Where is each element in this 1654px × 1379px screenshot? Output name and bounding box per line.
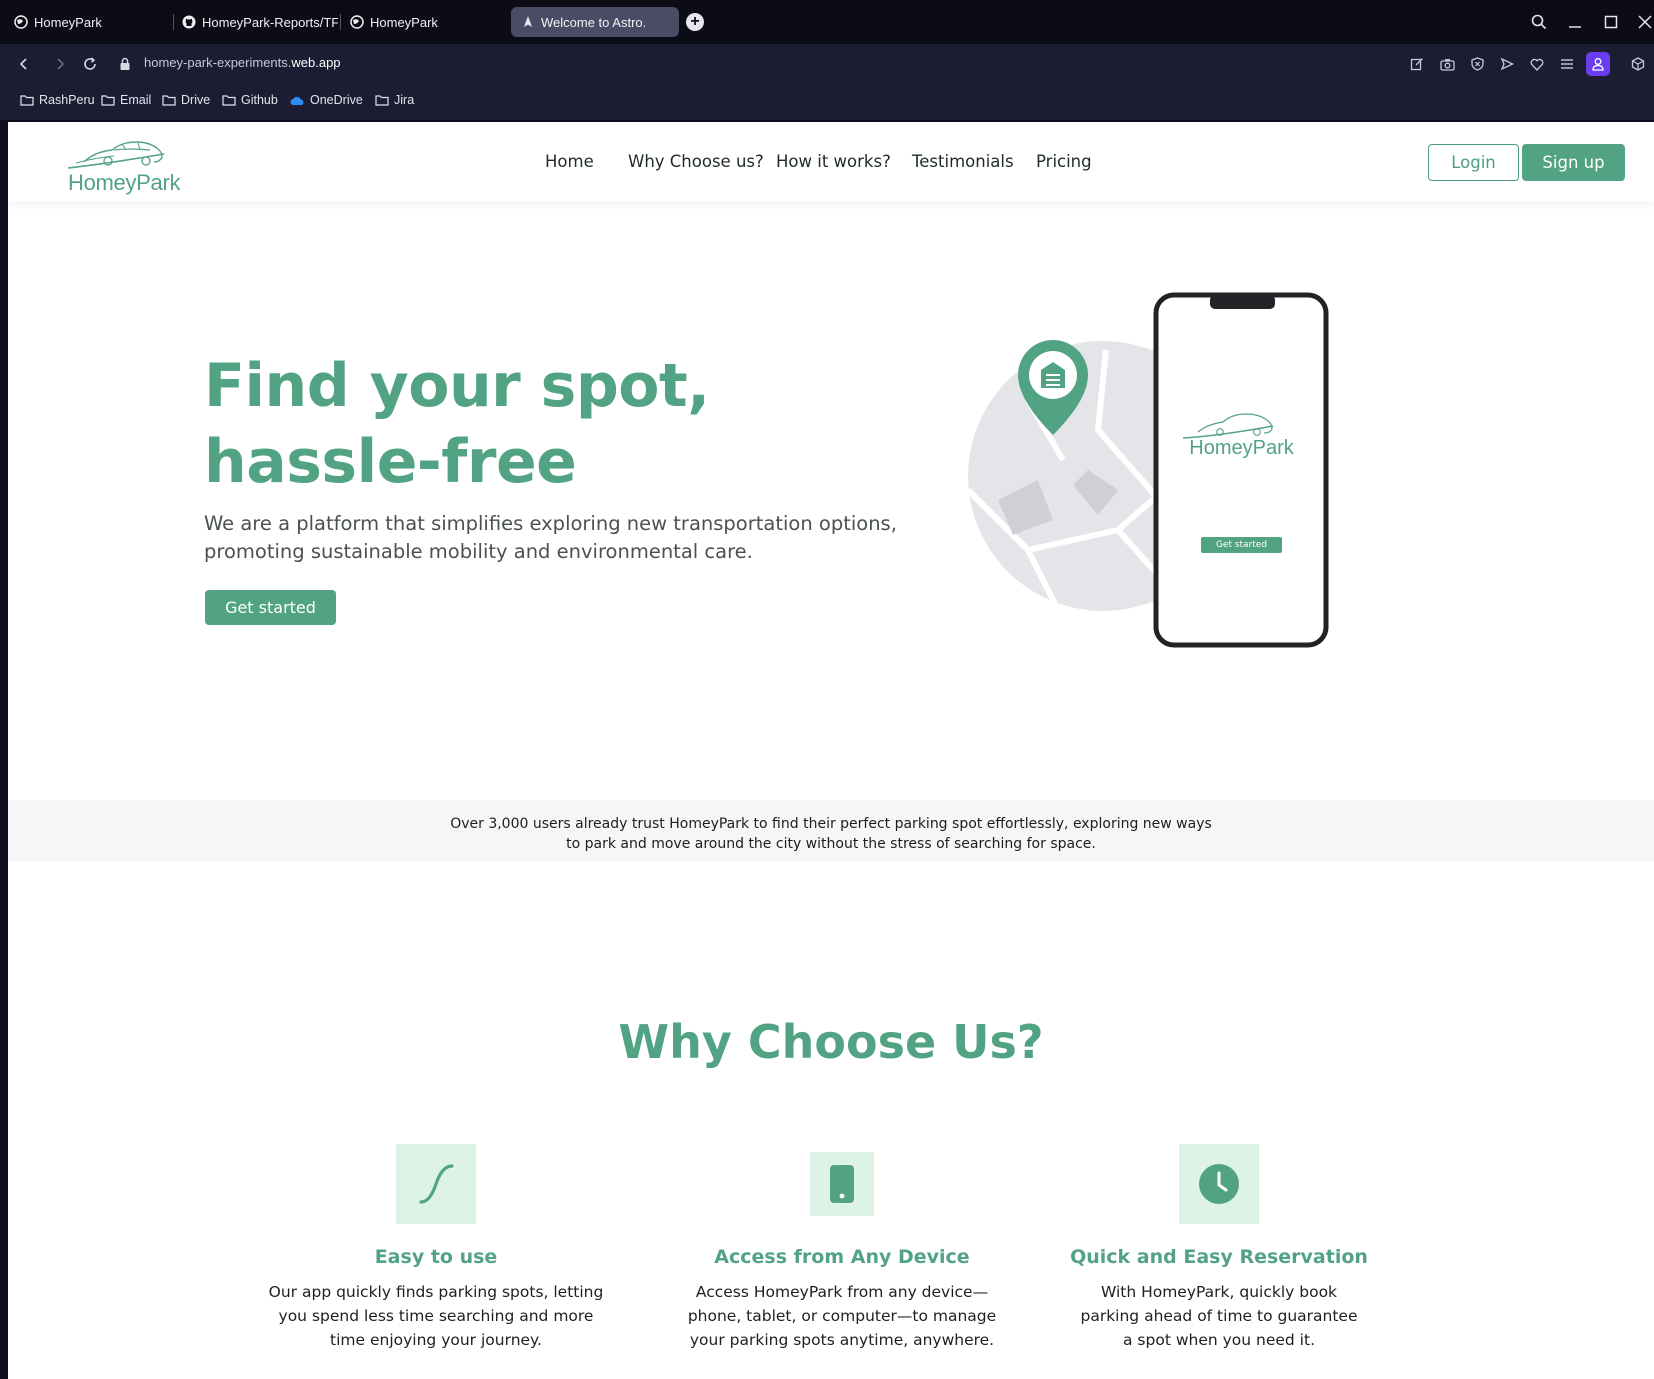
phone-logo-text: HomeyPark: [1189, 437, 1294, 459]
folder-icon: [222, 95, 236, 106]
tab-label: HomeyPark: [34, 14, 102, 30]
hero-title-line2: hassle-free: [204, 427, 577, 497]
bookmark-onedrive[interactable]: OneDrive: [289, 93, 363, 107]
feature-description: Our app quickly finds parking spots, let…: [268, 1283, 604, 1349]
url-prefix: homey-park-experiments.: [144, 55, 292, 70]
hero-title: Find your spot, hassle-free: [204, 348, 804, 500]
phone-icon: [810, 1152, 874, 1216]
folder-icon: [20, 95, 34, 106]
close-window-icon[interactable]: [1633, 10, 1654, 34]
nav-how-it-works[interactable]: How it works?: [776, 152, 891, 171]
profile-avatar-icon[interactable]: [1586, 52, 1610, 76]
bookmark-email[interactable]: Email: [101, 93, 151, 107]
page-viewport: HomeyPark Home Why Choose us? How it wor…: [8, 122, 1654, 1379]
feature-description: With HomeyPark, quickly book parking ahe…: [1080, 1283, 1358, 1349]
lock-icon[interactable]: [113, 52, 137, 76]
tab-homeypark-1[interactable]: HomeyPark: [4, 7, 164, 37]
bookmark-rashperu[interactable]: RashPeru: [20, 93, 95, 107]
signup-button[interactable]: Sign up: [1522, 144, 1625, 181]
bookmarks-bar: RashPeru Email Drive Github OneDrive Jir…: [0, 84, 1654, 120]
feature-easy-to-use: Easy to use Our app quickly finds parkin…: [251, 1144, 621, 1352]
car-logo-icon: [67, 141, 165, 169]
clock-icon: [1179, 1144, 1259, 1224]
tab-homeypark-2[interactable]: HomeyPark: [340, 7, 500, 37]
bookmark-label: Jira: [394, 93, 415, 107]
feature-title: Quick and Easy Reservation: [1070, 1246, 1368, 1268]
address-bar: homey-park-experiments.web.app: [0, 44, 1654, 84]
browser-tab-bar: HomeyPark HomeyPark-Reports/TF1/... Home…: [0, 0, 1654, 44]
hero-illustration: HomeyPark Get started: [968, 290, 1348, 670]
github-icon: [182, 15, 196, 29]
send-icon[interactable]: [1497, 54, 1517, 74]
url-domain: web.app: [291, 55, 341, 70]
bookmark-drive[interactable]: Drive: [162, 93, 210, 107]
feature-title: Access from Any Device: [714, 1246, 970, 1268]
maximize-icon[interactable]: [1599, 10, 1623, 34]
login-button[interactable]: Login: [1428, 144, 1519, 181]
bookmark-label: OneDrive: [310, 93, 363, 107]
hero-subtitle: We are a platform that simplifies explor…: [204, 512, 897, 563]
hero-title-line1: Find your spot,: [204, 351, 710, 421]
feature-description: Access HomeyPark from any device—phone, …: [687, 1283, 997, 1349]
menu-lines-icon[interactable]: [1557, 54, 1577, 74]
get-started-button[interactable]: Get started: [205, 590, 336, 625]
homeypark-logo[interactable]: HomeyPark: [64, 132, 181, 196]
folder-icon: [101, 95, 115, 106]
curve-icon: [396, 1144, 476, 1224]
tab-github-reports[interactable]: HomeyPark-Reports/TF1/...: [172, 7, 338, 37]
folder-icon: [375, 95, 389, 106]
bookmark-label: Drive: [181, 93, 211, 107]
onedrive-cloud-icon: [290, 96, 304, 105]
search-tabs-icon[interactable]: [1527, 10, 1551, 34]
feature-quick-reservation: Quick and Easy Reservation With HomeyPar…: [1034, 1144, 1404, 1352]
folder-icon: [162, 95, 176, 106]
bookmark-label: RashPeru: [39, 93, 95, 107]
reload-icon[interactable]: [78, 52, 102, 76]
forward-icon[interactable]: [48, 52, 72, 76]
globe-icon: [350, 15, 364, 29]
url-field[interactable]: homey-park-experiments.web.app: [144, 55, 341, 70]
tab-label: HomeyPark: [370, 14, 438, 30]
trust-text: Over 3,000 users already trust HomeyPark…: [450, 816, 1212, 852]
edit-icon[interactable]: [1407, 54, 1427, 74]
map-phone-illustration: [968, 292, 1329, 648]
nav-testimonials[interactable]: Testimonials: [912, 152, 1014, 171]
astro-icon: [521, 15, 535, 29]
new-tab-button[interactable]: +: [686, 13, 704, 31]
shield-icon[interactable]: [1467, 54, 1487, 74]
globe-icon: [14, 15, 28, 29]
nav-pricing[interactable]: Pricing: [1036, 152, 1092, 171]
nav-why-choose-us[interactable]: Why Choose us?: [628, 152, 764, 171]
tab-welcome-astro[interactable]: Welcome to Astro.: [511, 7, 679, 37]
bookmark-label: Github: [241, 93, 278, 107]
tab-label: Welcome to Astro.: [541, 14, 647, 30]
bookmark-label: Email: [120, 93, 152, 107]
nav-home[interactable]: Home: [545, 152, 594, 171]
phone-get-started-button: Get started: [1201, 537, 1282, 553]
bookmark-github[interactable]: Github: [222, 93, 278, 107]
heart-icon[interactable]: [1527, 54, 1547, 74]
trust-banner: Over 3,000 users already trust HomeyPark…: [8, 800, 1654, 862]
camera-icon[interactable]: [1437, 54, 1457, 74]
bookmark-jira[interactable]: Jira: [375, 93, 414, 107]
why-choose-us-title: Why Choose Us?: [618, 1015, 1044, 1069]
logo-text: HomeyPark: [68, 170, 181, 195]
feature-any-device: Access from Any Device Access HomeyPark …: [657, 1144, 1027, 1352]
minimize-icon[interactable]: [1563, 10, 1587, 34]
site-header: HomeyPark Home Why Choose us? How it wor…: [8, 122, 1654, 202]
tab-label: HomeyPark-Reports/TF1/...: [202, 14, 338, 30]
feature-title: Easy to use: [374, 1246, 498, 1268]
extension-cube-icon[interactable]: [1628, 54, 1648, 74]
back-icon[interactable]: [12, 52, 36, 76]
